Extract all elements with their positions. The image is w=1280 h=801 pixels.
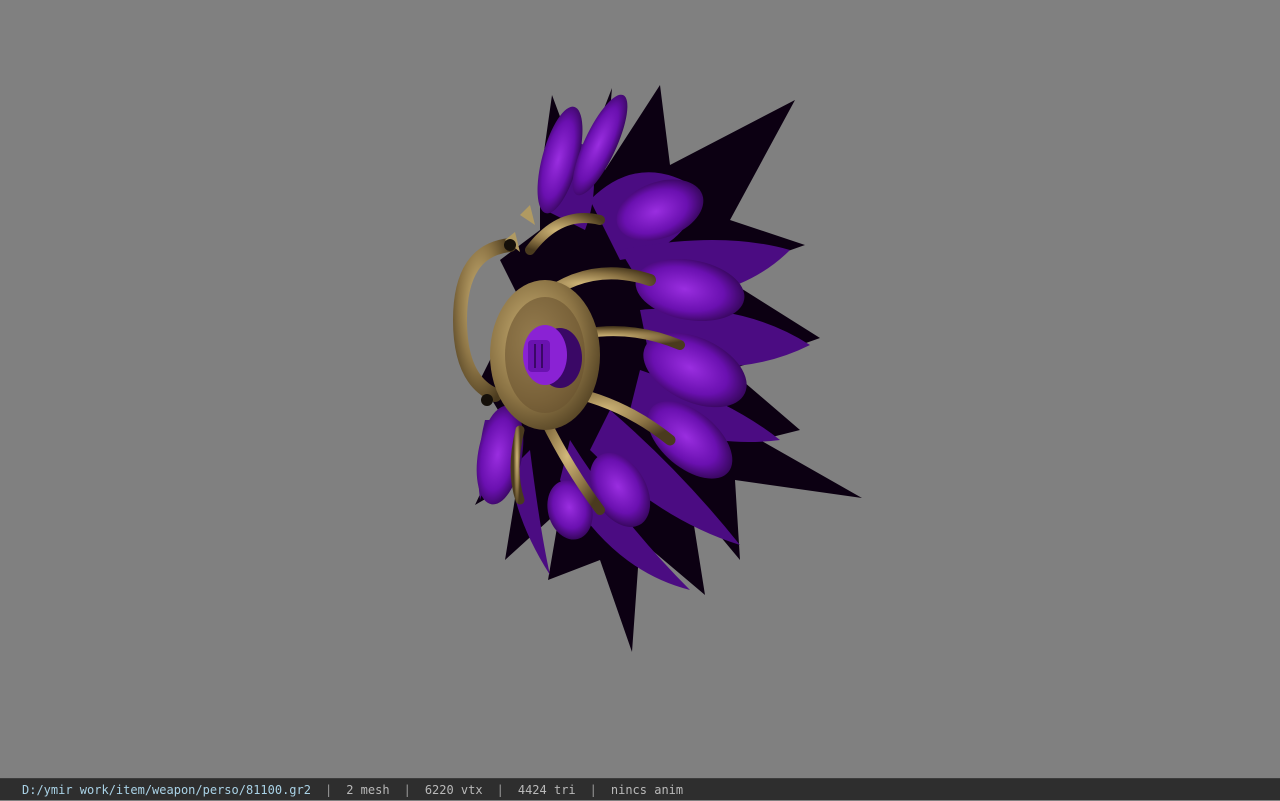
- mesh-count: 2 mesh: [346, 783, 390, 797]
- status-separator: |: [324, 783, 333, 797]
- triangle-count: 4424 tri: [517, 783, 576, 797]
- model-path: D:/ymir work/item/weapon/perso/81100.gr2: [22, 783, 311, 797]
- status-separator: |: [589, 783, 597, 797]
- 3d-viewport[interactable]: [0, 0, 1280, 778]
- status-separator: |: [403, 783, 411, 797]
- weapon-model-render: [452, 85, 862, 652]
- status-bar: D:/ymir work/item/weapon/perso/81100.gr2…: [0, 778, 1280, 800]
- status-separator: |: [496, 783, 504, 797]
- animation-status: nincs anim: [610, 783, 684, 797]
- vertex-count: 6220 vtx: [424, 783, 483, 797]
- center-knob: [523, 325, 582, 388]
